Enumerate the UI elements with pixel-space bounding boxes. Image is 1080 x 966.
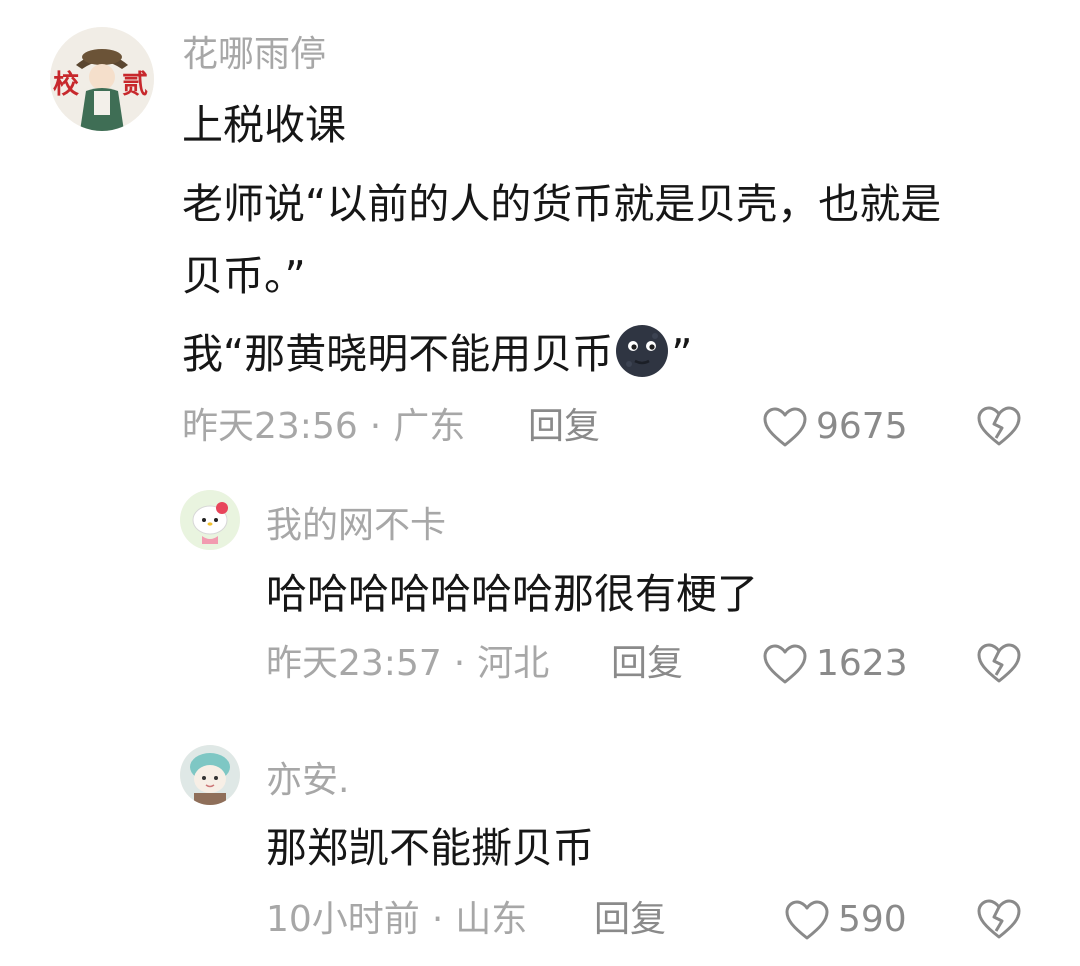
dislike-button[interactable] — [976, 898, 1022, 940]
reply-button[interactable]: 回复 — [594, 898, 666, 942]
comment-time: 昨天23:57 — [266, 643, 442, 684]
avatar-image — [180, 490, 240, 550]
avatar[interactable]: 校 贰 — [50, 27, 154, 131]
meta-separator: · — [369, 406, 382, 447]
like-button[interactable]: 590 — [784, 898, 907, 942]
comment-text-close-quote: ” — [671, 330, 693, 378]
broken-heart-icon — [977, 643, 1021, 683]
like-count: 1623 — [816, 643, 908, 684]
comment-text-line: 老师说“以前的人的货币就是贝壳，也就是 — [182, 180, 942, 228]
comment-time: 昨天23:56 — [182, 406, 358, 447]
like-button[interactable]: 9675 — [762, 405, 908, 449]
dislike-button[interactable] — [976, 642, 1022, 684]
username[interactable]: 亦安. — [266, 759, 349, 803]
reply-text: 哈哈哈哈哈哈哈那很有梗了 — [266, 570, 758, 618]
comment-location: 山东 — [455, 899, 528, 940]
heart-outline-icon — [763, 644, 807, 684]
svg-text:贰: 贰 — [122, 70, 148, 100]
comment-text-line: 贝币。” — [182, 252, 306, 300]
comment-meta: 昨天23:56 · 广东 — [182, 405, 465, 449]
reply-button[interactable]: 回复 — [611, 642, 683, 686]
comment-text-line: 上税收课 — [182, 101, 346, 149]
like-button[interactable]: 1623 — [762, 642, 908, 686]
comment-text-line-with-emoji: 我“那黄晓明不能用贝币 ” — [182, 318, 693, 390]
comment-meta: 10小时前 · 山东 — [266, 898, 527, 942]
meta-separator: · — [431, 899, 444, 940]
avatar[interactable] — [180, 490, 240, 550]
dislike-button[interactable] — [976, 405, 1022, 447]
comment-time: 10小时前 — [266, 899, 420, 940]
broken-heart-icon — [977, 406, 1021, 446]
comment-meta: 昨天23:57 · 河北 — [266, 642, 549, 686]
heart-outline-icon — [785, 900, 829, 940]
comment-location: 广东 — [393, 406, 466, 447]
like-count: 590 — [838, 899, 907, 940]
reply-button[interactable]: 回复 — [528, 405, 600, 449]
comment-text-line: 我“那黄晓明不能用贝币 — [182, 330, 614, 378]
new-moon-face-emoji-icon — [615, 324, 669, 378]
avatar[interactable] — [180, 745, 240, 805]
username[interactable]: 花哪雨停 — [182, 33, 326, 77]
like-count: 9675 — [816, 406, 908, 447]
avatar-image — [180, 745, 240, 805]
comment-location: 河北 — [477, 643, 550, 684]
username[interactable]: 我的网不卡 — [266, 504, 446, 548]
broken-heart-icon — [977, 899, 1021, 939]
meta-separator: · — [453, 643, 466, 684]
avatar-logo-text: 校 — [53, 69, 80, 100]
avatar-image: 校 贰 — [50, 27, 154, 131]
reply-text: 那郑凯不能撕贝币 — [266, 824, 594, 872]
comment-thread: 校 贰 花哪雨停 上税收课 老师说“以前的人的货币就是贝壳，也就是 贝币。” 我… — [0, 0, 1080, 966]
heart-outline-icon — [763, 407, 807, 447]
